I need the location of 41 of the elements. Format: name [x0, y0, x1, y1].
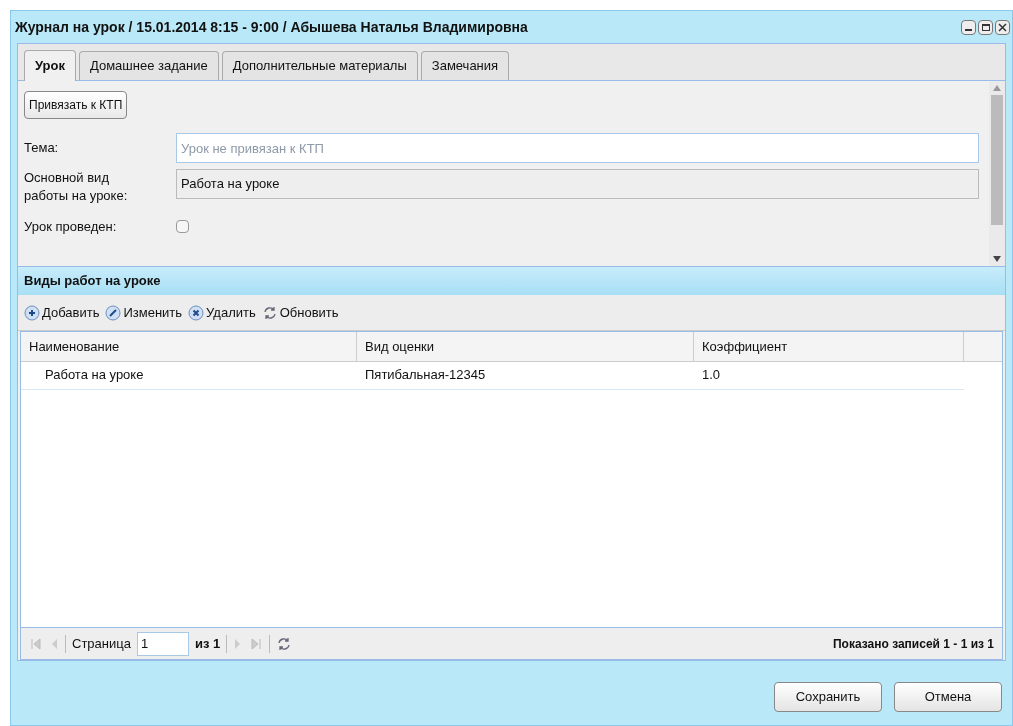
minimize-button[interactable] — [961, 19, 976, 35]
pencil-icon — [105, 304, 122, 321]
dialog-button[interactable]: Сохранить — [774, 682, 882, 712]
last-page-icon[interactable] — [249, 636, 264, 651]
delete-icon — [188, 304, 205, 321]
scroll-up-icon — [993, 85, 1001, 91]
page-field[interactable]: 1 — [136, 631, 189, 656]
tab[interactable]: Домашнее задание — [79, 51, 219, 80]
link-button[interactable]: Привязать к КТП — [24, 91, 128, 119]
toolbar-button[interactable]: Добавить — [24, 302, 100, 323]
table-cell-text: Пятибальная-12345 — [364, 366, 487, 384]
maximize-button[interactable] — [978, 19, 993, 35]
grid-title: Виды работ на уроке — [18, 267, 1005, 295]
dialog-button[interactable]: Отмена — [894, 682, 1002, 712]
field-label: Основной вид работы на уроке: — [24, 169, 129, 205]
pager-label: Страница — [72, 634, 131, 653]
table-cell-text: 1.0 — [701, 366, 722, 384]
tab[interactable]: Дополнительные материалы — [221, 51, 418, 80]
field-label: Урок проведен: — [24, 218, 118, 236]
records-summary: Показано записей 1 - 1 из 1 — [832, 635, 994, 653]
scrollbar[interactable] — [989, 81, 1005, 266]
window-title: Журнал на урок / 15.01.2014 8:15 - 9:00 / Абышева Наталья Владимировна — [15, 17, 529, 37]
tab[interactable]: Урок — [24, 50, 76, 81]
checkbox[interactable] — [176, 220, 189, 234]
table-cell-text: Работа на уроке — [44, 366, 145, 384]
field-label: Тема: — [24, 139, 60, 158]
toolbar-button[interactable]: Обновить — [261, 302, 339, 323]
toolbar-button[interactable]: Удалить — [188, 302, 256, 323]
scroll-down-icon — [993, 256, 1001, 262]
toolbar-button[interactable]: Изменить — [105, 302, 183, 323]
close-button[interactable] — [995, 19, 1010, 35]
first-page-icon[interactable] — [29, 636, 43, 651]
column-header[interactable]: Коэффициент — [694, 332, 964, 361]
plus-icon — [24, 304, 40, 321]
refresh-icon — [261, 304, 278, 321]
work-type-field: Работа на уроке — [176, 169, 979, 199]
page-count: из 1 — [194, 634, 221, 653]
column-header[interactable]: Наименование — [21, 332, 357, 361]
tab[interactable]: Замечания — [420, 51, 510, 80]
column-header[interactable]: Вид оценки — [357, 332, 694, 361]
topic-field[interactable]: Урок не привязан к КТП — [176, 133, 979, 163]
